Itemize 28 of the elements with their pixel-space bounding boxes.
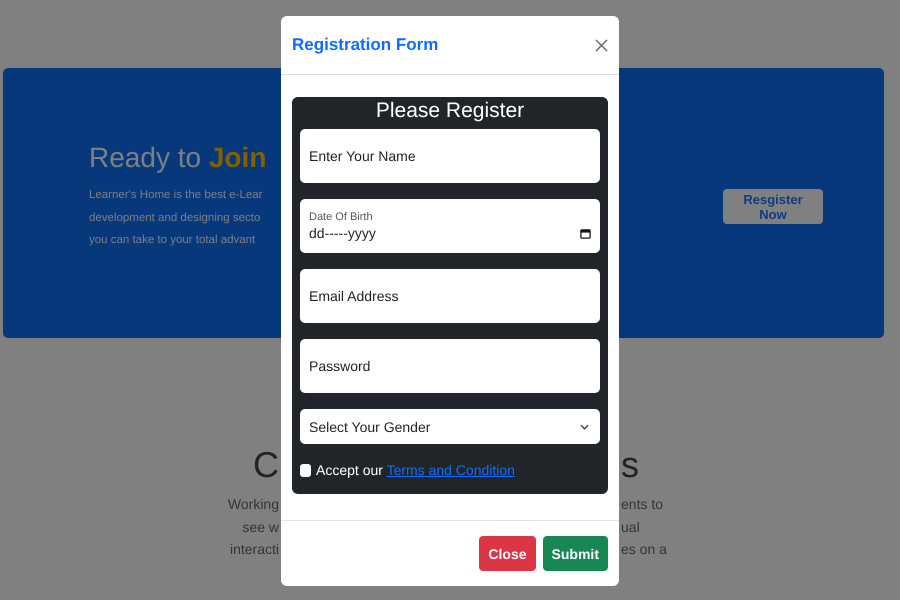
section-text: es on a bbox=[621, 540, 667, 559]
close-icon[interactable] bbox=[595, 38, 608, 52]
banner-heading: Ready to Join bbox=[89, 141, 266, 175]
terms-checkbox[interactable] bbox=[300, 464, 311, 476]
terms-text: Accept our Terms and Condition bbox=[316, 462, 515, 478]
section-text: see w bbox=[242, 518, 279, 536]
banner-text: Learner's Home is the best e-Lear bbox=[89, 188, 264, 203]
section-text: Working bbox=[228, 495, 279, 514]
terms-link[interactable]: Terms and Condition bbox=[386, 462, 515, 478]
section-heading: C bbox=[253, 443, 279, 487]
date-field[interactable]: Date Of Birth dd-----yyyy bbox=[300, 199, 600, 253]
gender-select[interactable]: Select Your Gender bbox=[300, 409, 600, 444]
submit-button[interactable]: Submit bbox=[542, 536, 608, 571]
input-field[interactable]: Enter Your Name bbox=[300, 129, 600, 183]
form-heading: Please Register bbox=[374, 99, 526, 123]
input-field[interactable]: Password bbox=[300, 339, 600, 393]
banner-text: you can take to your total advant bbox=[89, 233, 256, 248]
section-text: ual bbox=[621, 518, 640, 536]
section-text: ents to bbox=[621, 495, 664, 514]
section-text: interacti bbox=[230, 540, 279, 559]
calendar-icon[interactable] bbox=[580, 228, 591, 238]
register-now-button[interactable]: Resgister Now bbox=[723, 189, 823, 224]
section-heading: s bbox=[621, 443, 639, 487]
chevron-down-icon bbox=[580, 424, 589, 430]
close-button[interactable]: Close bbox=[479, 536, 536, 571]
modal-title: Registration Form bbox=[292, 35, 438, 55]
input-field[interactable]: Email Address bbox=[300, 269, 600, 323]
banner-text: development and designing secto bbox=[89, 210, 262, 226]
